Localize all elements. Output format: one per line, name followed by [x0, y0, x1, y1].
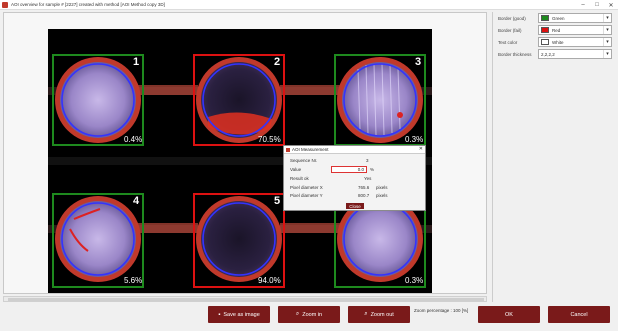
color-swatch	[541, 15, 549, 21]
value-label: Value	[290, 167, 302, 172]
ok-button[interactable]: OK	[478, 306, 540, 323]
well-5-percent: 94.0%	[258, 276, 281, 285]
well-4-percent: 5.6%	[124, 276, 143, 285]
color-swatch	[541, 27, 549, 33]
property-row-border-fail: Border (fail) Red ▾	[496, 24, 614, 36]
save-as-image-label: Save as image	[223, 311, 260, 318]
border-thickness-select[interactable]: 2,2,2,2 ▾	[538, 49, 612, 59]
result-label: Result ok	[290, 176, 309, 181]
chevron-down-icon[interactable]: ▾	[603, 50, 611, 58]
well-5-number: 5	[274, 195, 281, 207]
horizontal-scrollbar[interactable]	[3, 296, 487, 302]
well-3-number: 3	[415, 56, 422, 68]
title-bar: AOI overview for sample # [2227] created…	[0, 0, 618, 10]
window-controls: – □ ✕	[576, 0, 618, 10]
well-2-frame[interactable]	[193, 54, 285, 146]
save-as-image-button[interactable]: ▪ Save as image	[208, 306, 270, 323]
cancel-button[interactable]: Cancel	[548, 306, 610, 323]
zoom-out-icon: ⌕	[364, 311, 368, 317]
property-row-text-color: Text color White ▾	[496, 36, 614, 48]
dialog-close-button[interactable]: Close	[346, 203, 364, 209]
property-label: Text color	[498, 39, 518, 45]
well-5-frame[interactable]	[193, 193, 285, 288]
zoom-in-label: Zoom in	[302, 311, 323, 318]
chevron-down-icon[interactable]: ▾	[603, 38, 611, 46]
property-row-border-good: Border (good) Green ▾	[496, 12, 614, 24]
zoom-out-button[interactable]: ⌕ Zoom out	[348, 306, 410, 323]
zoom-out-label: Zoom out	[370, 311, 394, 318]
well-4-number: 4	[133, 195, 140, 207]
sequence-label: Sequence Nr.	[290, 158, 318, 163]
well-1-frame[interactable]	[52, 54, 144, 146]
minimize-button[interactable]: –	[576, 0, 590, 10]
diameter-y-value: 800.7	[358, 193, 370, 198]
color-swatch	[541, 39, 549, 45]
value-field[interactable]: 0.0	[331, 166, 367, 173]
select-value: Green	[552, 15, 565, 21]
diameter-x-unit: pixels	[376, 185, 388, 190]
diameter-y-label: Pixel diameter Y	[290, 193, 323, 198]
image-viewport[interactable]: 1 2 3 4 5 6 0.4% 70.5% 0.3% 5.6% 94.0% 0…	[3, 12, 487, 294]
close-button[interactable]: ✕	[604, 0, 618, 10]
border-fail-select[interactable]: Red ▾	[538, 25, 612, 35]
property-label: Border (good)	[498, 15, 526, 21]
chevron-down-icon[interactable]: ▾	[603, 14, 611, 22]
zoom-percentage: Zoom percentage : 100 [%]	[414, 308, 469, 313]
well-1-number: 1	[133, 56, 140, 68]
border-good-select[interactable]: Green ▾	[538, 13, 612, 23]
properties-panel: Border (good) Green ▾ Border (fail) Red …	[496, 12, 614, 60]
zoom-in-button[interactable]: ⌕ Zoom in	[278, 306, 340, 323]
select-value: 2,2,2,2	[541, 51, 555, 57]
aoi-measurement-dialog: AOI Measurement ✕ Sequence Nr. 3 Value 0…	[283, 145, 426, 211]
sequence-value: 3	[366, 158, 369, 163]
well-1-percent: 0.4%	[124, 135, 143, 144]
well-3-percent: 0.3%	[405, 135, 424, 144]
property-label: Border thickness	[498, 51, 532, 57]
well-2-percent: 70.5%	[258, 135, 281, 144]
dialog-close-icon[interactable]: ✕	[419, 146, 423, 152]
select-value: Red	[552, 27, 561, 33]
dialog-title-bar: AOI Measurement ✕	[284, 146, 425, 154]
app-icon	[2, 1, 8, 8]
window-title: AOI overview for sample # [2227] created…	[11, 2, 165, 7]
panel-divider	[492, 12, 493, 302]
maximize-button[interactable]: □	[590, 0, 604, 10]
well-2-number: 2	[274, 56, 281, 68]
property-row-border-thickness: Border thickness 2,2,2,2 ▾	[496, 48, 614, 60]
value-unit: %	[370, 167, 375, 172]
diameter-x-label: Pixel diameter X	[290, 185, 323, 190]
diameter-x-value: 765.6	[358, 185, 370, 190]
scrollbar-thumb[interactable]	[8, 298, 484, 301]
well-3-frame[interactable]	[334, 54, 426, 146]
result-value: Yes	[364, 176, 372, 181]
diameter-y-unit: pixels	[376, 193, 388, 198]
well-6-percent: 0.3%	[405, 276, 424, 285]
text-color-select[interactable]: White ▾	[538, 37, 612, 47]
select-value: White	[552, 39, 564, 45]
save-icon: ▪	[218, 311, 221, 318]
well-4-frame[interactable]	[52, 193, 144, 288]
chevron-down-icon[interactable]: ▾	[603, 26, 611, 34]
property-label: Border (fail)	[498, 27, 522, 33]
dialog-title: AOI Measurement	[292, 147, 329, 152]
zoom-in-icon: ⌕	[295, 311, 300, 317]
dialog-app-icon	[286, 147, 290, 152]
